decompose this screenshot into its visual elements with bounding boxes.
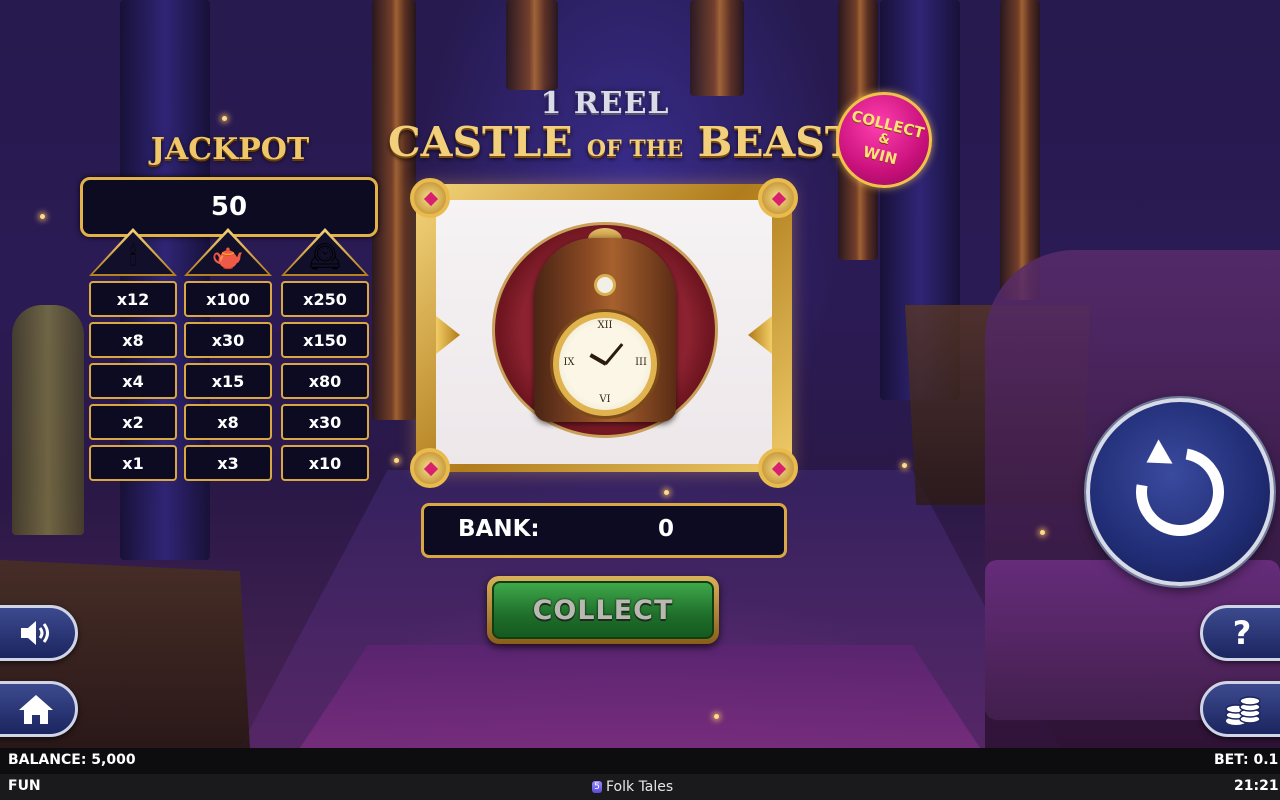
background-pillar xyxy=(506,0,558,90)
paytable-cell: x1 xyxy=(89,445,177,481)
clock-time: 21:21 xyxy=(1234,778,1279,794)
help-icon: ? xyxy=(1232,614,1252,652)
spin-icon xyxy=(1118,430,1242,554)
bank-value: 0 xyxy=(657,516,674,542)
jackpot-value: 50 xyxy=(210,192,248,222)
game-subtitle: 1 REEL xyxy=(540,86,670,121)
sparkle xyxy=(222,116,227,121)
candelabra-icon: 🕯 xyxy=(89,228,177,276)
sparkle xyxy=(40,214,45,219)
clock-small-dial xyxy=(594,274,616,296)
provider-logo-icon: 5 xyxy=(592,781,602,793)
background-pillar xyxy=(690,0,744,96)
paytable-cell: x30 xyxy=(184,322,272,358)
sparkle xyxy=(714,714,719,719)
title-word-beast: BEAST xyxy=(697,118,856,166)
bet-text: BET: 0.1 xyxy=(1214,752,1279,768)
provider-name: Folk Tales xyxy=(606,779,674,795)
frame-corner-ornament xyxy=(410,178,450,218)
coins-icon xyxy=(1225,696,1261,725)
paytable-cell: x80 xyxy=(281,363,369,399)
balance-text: BALANCE: 5,000 xyxy=(8,752,136,768)
sparkle xyxy=(664,490,669,495)
clock-icon: 🕰 xyxy=(281,228,369,276)
sparkle xyxy=(394,458,399,463)
paytable-cell: x8 xyxy=(89,322,177,358)
home-icon xyxy=(19,695,53,724)
candle-decoration xyxy=(12,305,84,535)
title-word-of-the: OF THE xyxy=(586,136,684,162)
clock-numeral: III xyxy=(635,357,647,368)
game-mode-text: FUN xyxy=(8,778,41,794)
sound-button[interactable] xyxy=(0,605,78,661)
clock-hand xyxy=(589,353,607,366)
home-button[interactable] xyxy=(0,681,78,737)
help-button[interactable]: ? xyxy=(1200,605,1280,661)
clock-numeral: XII xyxy=(597,320,613,331)
game-title: CASTLE OF THE BEAST xyxy=(388,118,855,166)
clock-numeral: VI xyxy=(599,394,611,405)
paytable-cell: x15 xyxy=(184,363,272,399)
badge-line-3: WIN xyxy=(861,142,900,169)
clock-face: XII III VI IX xyxy=(553,312,657,416)
bet-button[interactable] xyxy=(1200,681,1280,737)
purple-rug xyxy=(300,645,980,748)
sparkle xyxy=(1040,530,1045,535)
title-word-castle: CASTLE xyxy=(388,118,573,166)
collect-button-label: COLLECT xyxy=(532,594,674,626)
teapot-icon: 🫖 xyxy=(184,228,272,276)
paytable-cell: x8 xyxy=(184,404,272,440)
background-pillar xyxy=(1000,0,1040,300)
sparkle xyxy=(902,463,907,468)
paytable-cell: x250 xyxy=(281,281,369,317)
frame-corner-ornament xyxy=(758,178,798,218)
background-pillar xyxy=(372,0,416,420)
speaker-icon xyxy=(21,621,49,645)
frame-corner-ornament xyxy=(758,448,798,488)
paytable-cell: x30 xyxy=(281,404,369,440)
paytable-cell: x12 xyxy=(89,281,177,317)
paytable-cell: x2 xyxy=(89,404,177,440)
frame-corner-ornament xyxy=(410,448,450,488)
jackpot-label: JACKPOT xyxy=(150,132,310,167)
collect-button[interactable]: COLLECT xyxy=(487,576,719,644)
clock-numeral: IX xyxy=(563,357,575,368)
paytable-cell: x10 xyxy=(281,445,369,481)
paytable-cell: x4 xyxy=(89,363,177,399)
spin-button[interactable] xyxy=(1086,398,1274,586)
paytable-cell: x3 xyxy=(184,445,272,481)
provider-label: 5 Folk Tales xyxy=(592,779,673,795)
bank-label: BANK: xyxy=(458,516,540,542)
paytable-cell: x100 xyxy=(184,281,272,317)
paytable-cell: x150 xyxy=(281,322,369,358)
